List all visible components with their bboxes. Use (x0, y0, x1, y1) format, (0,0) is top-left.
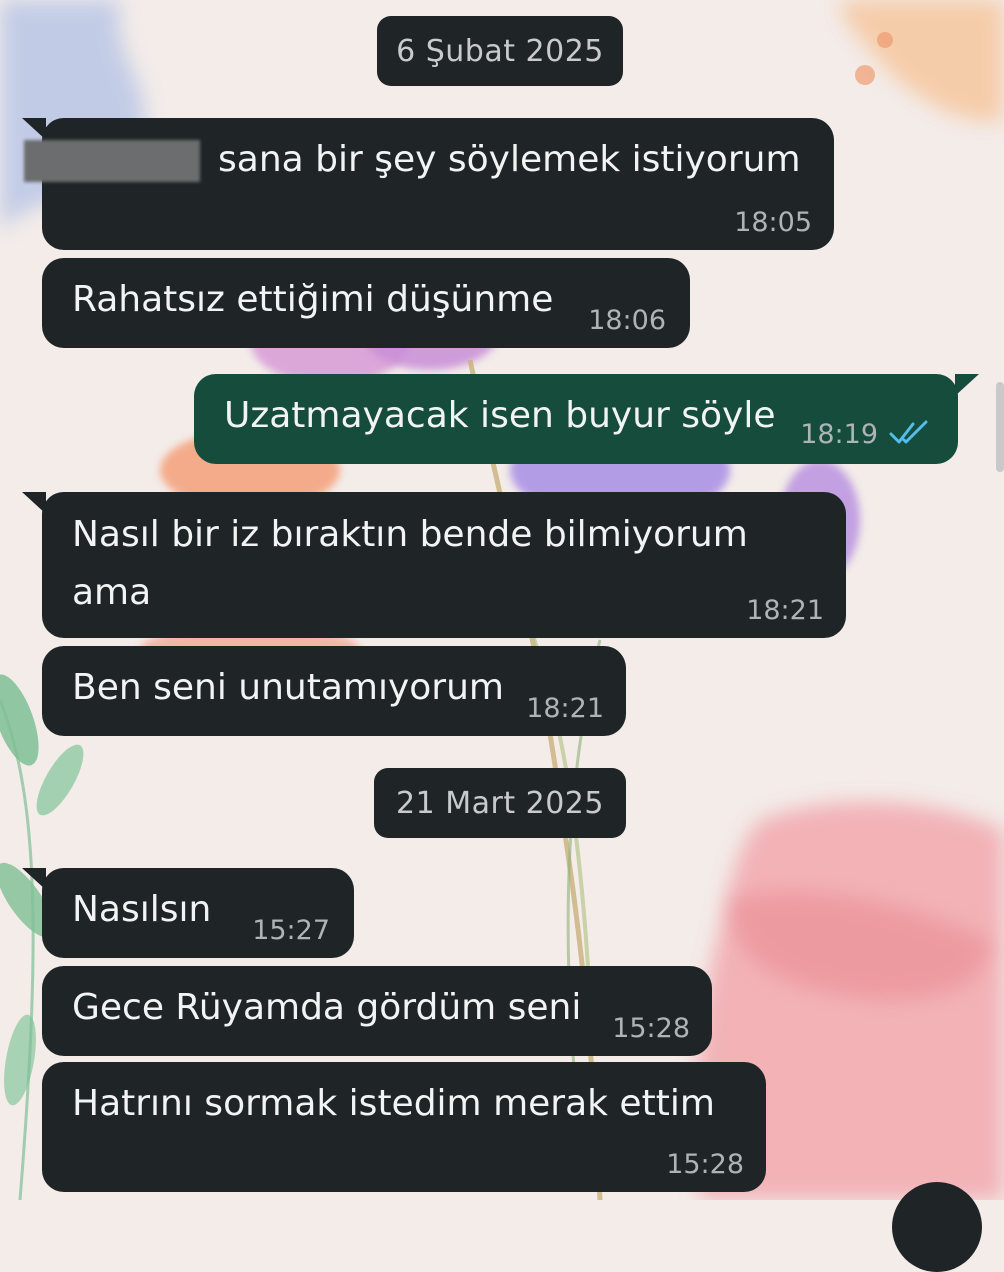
message-bubble-incoming[interactable]: Gece Rüyamda gördüm seni 15:28 (42, 966, 712, 1056)
redacted-sender-name (24, 140, 200, 182)
message-bubble-incoming[interactable]: Hatrını sormak istedim merak ettim 15:28 (42, 1062, 766, 1192)
message-bubble-outgoing[interactable]: Uzatmayacak isen buyur söyle 18:19 (194, 374, 958, 464)
message-text: Uzatmayacak isen buyur söyle (224, 395, 776, 436)
scroll-to-bottom-button[interactable] (892, 1182, 982, 1272)
scrollbar-thumb[interactable] (996, 382, 1004, 472)
date-separator: 21 Mart 2025 (374, 768, 626, 838)
message-text: Hatrını sormak istedim merak ettim (72, 1083, 715, 1124)
message-text: Gece Rüyamda gördüm seni (72, 987, 582, 1028)
message-bubble-incoming[interactable]: Ben seni unutamıyorum 18:21 (42, 646, 626, 736)
message-text: Nasılsın (72, 889, 212, 930)
message-bubble-incoming[interactable]: sana bir şey söylemek istiyorum 18:05 (42, 118, 834, 250)
message-time: 18:21 (526, 693, 604, 724)
date-separator: 6 Şubat 2025 (377, 16, 623, 86)
message-time: 18:06 (588, 305, 666, 336)
bubble-tail (955, 374, 979, 396)
message-time: 15:28 (666, 1149, 744, 1180)
message-time: 18:05 (734, 207, 812, 238)
message-time: 18:21 (746, 595, 824, 626)
message-text: sana bir şey söylemek istiyorum (218, 139, 801, 180)
message-bubble-incoming[interactable]: Rahatsız ettiğimi düşünme 18:06 (42, 258, 690, 348)
message-text: Ben seni unutamıyorum (72, 667, 504, 708)
message-time: 15:28 (612, 1013, 690, 1044)
double-check-icon (889, 420, 928, 444)
message-bubble-incoming[interactable]: Nasıl bir iz bıraktın bende bilmiyorum a… (42, 492, 846, 638)
message-text-line: ama (72, 572, 152, 613)
message-text: Rahatsız ettiğimi düşünme (72, 279, 554, 320)
message-text-line: Nasıl bir iz bıraktın bende bilmiyorum (72, 514, 748, 555)
message-bubble-incoming[interactable]: Nasılsın 15:27 (42, 868, 354, 958)
message-time: 18:19 (800, 419, 878, 450)
message-time: 15:27 (252, 915, 330, 946)
